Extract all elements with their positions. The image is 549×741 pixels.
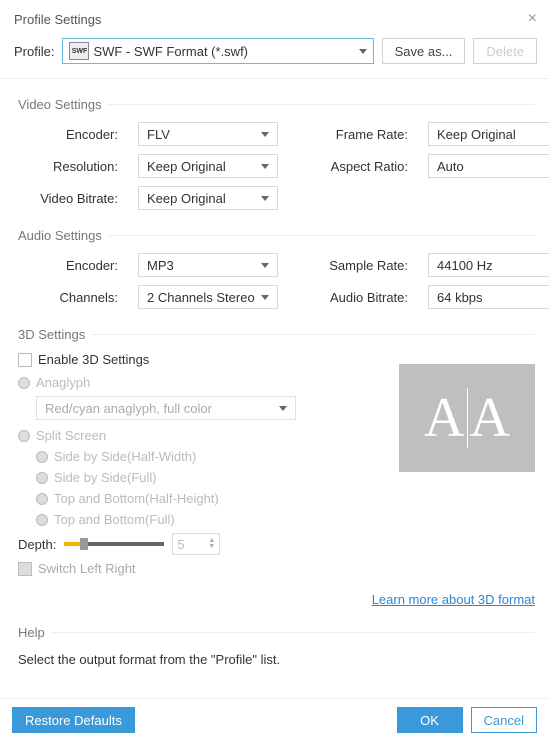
switch-lr-label: Switch Left Right [38, 561, 136, 576]
profile-value: SWF - SWF Format (*.swf) [93, 44, 248, 59]
close-icon[interactable]: × [528, 10, 537, 28]
frame-rate-label: Frame Rate: [298, 127, 408, 142]
sbs-full-radio-row: Side by Side(Full) [36, 470, 371, 485]
video-encoder-dropdown[interactable]: FLV [138, 122, 278, 146]
anaglyph-radio-row: Anaglyph [18, 375, 371, 390]
anaglyph-radio [18, 377, 30, 389]
ok-button[interactable]: OK [397, 707, 463, 733]
depth-slider [64, 542, 164, 546]
resolution-dropdown[interactable]: Keep Original [138, 154, 278, 178]
resolution-label: Resolution: [18, 159, 118, 174]
sample-rate-label: Sample Rate: [298, 258, 408, 273]
help-text: Select the output format from the "Profi… [18, 652, 535, 667]
audio-settings-header: Audio Settings [18, 228, 535, 243]
audio-bitrate-label: Audio Bitrate: [298, 290, 408, 305]
depth-label: Depth: [18, 537, 56, 552]
anaglyph-type-dropdown: Red/cyan anaglyph, full color [36, 396, 296, 420]
frame-rate-dropdown[interactable]: Keep Original [428, 122, 549, 146]
help-header: Help [18, 625, 535, 640]
video-bitrate-label: Video Bitrate: [18, 191, 118, 206]
enable-3d-checkbox-row: Enable 3D Settings [18, 352, 371, 367]
audio-bitrate-dropdown[interactable]: 64 kbps [428, 285, 549, 309]
enable-3d-label: Enable 3D Settings [38, 352, 149, 367]
sample-rate-dropdown[interactable]: 44100 Hz [428, 253, 549, 277]
restore-defaults-button[interactable]: Restore Defaults [12, 707, 135, 733]
video-settings-header: Video Settings [18, 97, 535, 112]
3d-preview: AA [399, 364, 535, 472]
depth-spinner: 5 ▲▼ [172, 533, 220, 555]
channels-label: Channels: [18, 290, 118, 305]
profile-label: Profile: [14, 44, 54, 59]
video-encoder-label: Encoder: [18, 127, 118, 142]
delete-button: Delete [473, 38, 537, 64]
cancel-button[interactable]: Cancel [471, 707, 537, 733]
audio-encoder-dropdown[interactable]: MP3 [138, 253, 278, 277]
sbs-half-radio-row: Side by Side(Half-Width) [36, 449, 371, 464]
tb-half-radio-row: Top and Bottom(Half-Height) [36, 491, 371, 506]
video-bitrate-dropdown[interactable]: Keep Original [138, 186, 278, 210]
anaglyph-label: Anaglyph [36, 375, 90, 390]
channels-dropdown[interactable]: 2 Channels Stereo [138, 285, 278, 309]
split-screen-radio [18, 430, 30, 442]
enable-3d-checkbox[interactable] [18, 353, 32, 367]
dialog-title: Profile Settings [14, 12, 101, 27]
save-as-button[interactable]: Save as... [382, 38, 466, 64]
learn-more-link[interactable]: Learn more about 3D format [18, 592, 535, 607]
profile-dropdown[interactable]: SWF SWF - SWF Format (*.swf) [62, 38, 373, 64]
aspect-ratio-dropdown[interactable]: Auto [428, 154, 549, 178]
split-screen-radio-row: Split Screen [18, 428, 371, 443]
tb-full-radio-row: Top and Bottom(Full) [36, 512, 371, 527]
swf-icon: SWF [69, 42, 89, 60]
switch-lr-checkbox [18, 562, 32, 576]
audio-encoder-label: Encoder: [18, 258, 118, 273]
caret-down-icon [359, 49, 367, 54]
aspect-ratio-label: Aspect Ratio: [298, 159, 408, 174]
split-screen-label: Split Screen [36, 428, 106, 443]
3d-settings-header: 3D Settings [18, 327, 535, 342]
